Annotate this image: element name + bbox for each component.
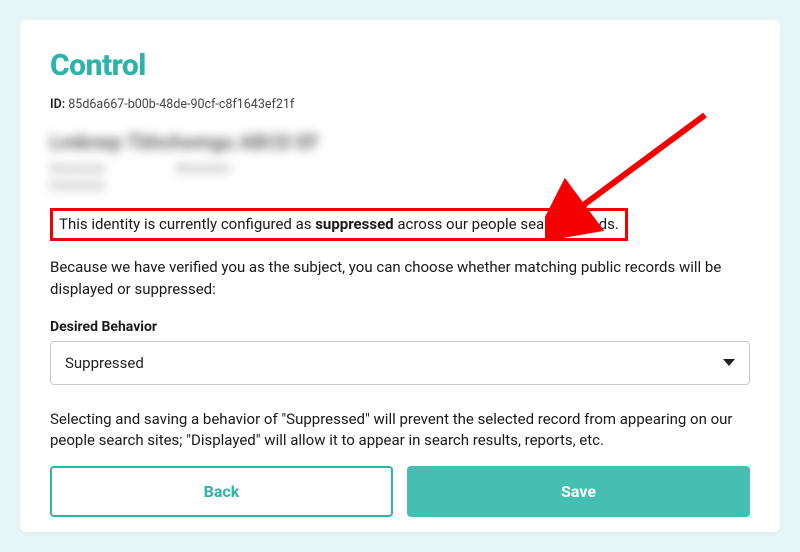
page-title: Control	[50, 48, 750, 83]
desired-behavior-select[interactable]: Suppressed	[50, 341, 750, 385]
save-button[interactable]: Save	[407, 466, 750, 517]
id-value: 85d6a667-b00b-48de-90cf-c8f1643ef21f	[68, 97, 294, 112]
desired-behavior-select-wrap: Suppressed	[50, 341, 750, 385]
status-suffix: across our people search brands.	[394, 215, 619, 233]
status-bold: suppressed	[315, 215, 393, 233]
chevron-down-icon	[723, 359, 735, 366]
button-row: Back Save	[50, 466, 750, 517]
helper-text: Selecting and saving a behavior of "Supp…	[50, 409, 750, 453]
select-value: Suppressed	[65, 354, 144, 372]
desired-behavior-label: Desired Behavior	[50, 319, 750, 335]
redacted-identity-block: Lmknep Tbhchomgu ABCD EF XxxxxxxxxXxxxxx…	[50, 130, 750, 194]
verification-text: Because we have verified you as the subj…	[50, 257, 750, 301]
back-button[interactable]: Back	[50, 466, 393, 517]
status-highlight: This identity is currently configured as…	[50, 208, 628, 242]
id-label: ID:	[50, 97, 65, 112]
control-panel-card: Control ID: 85d6a667-b00b-48de-90cf-c8f1…	[20, 20, 780, 532]
record-id-line: ID: 85d6a667-b00b-48de-90cf-c8f1643ef21f	[50, 97, 750, 112]
status-prefix: This identity is currently configured as	[59, 215, 315, 233]
